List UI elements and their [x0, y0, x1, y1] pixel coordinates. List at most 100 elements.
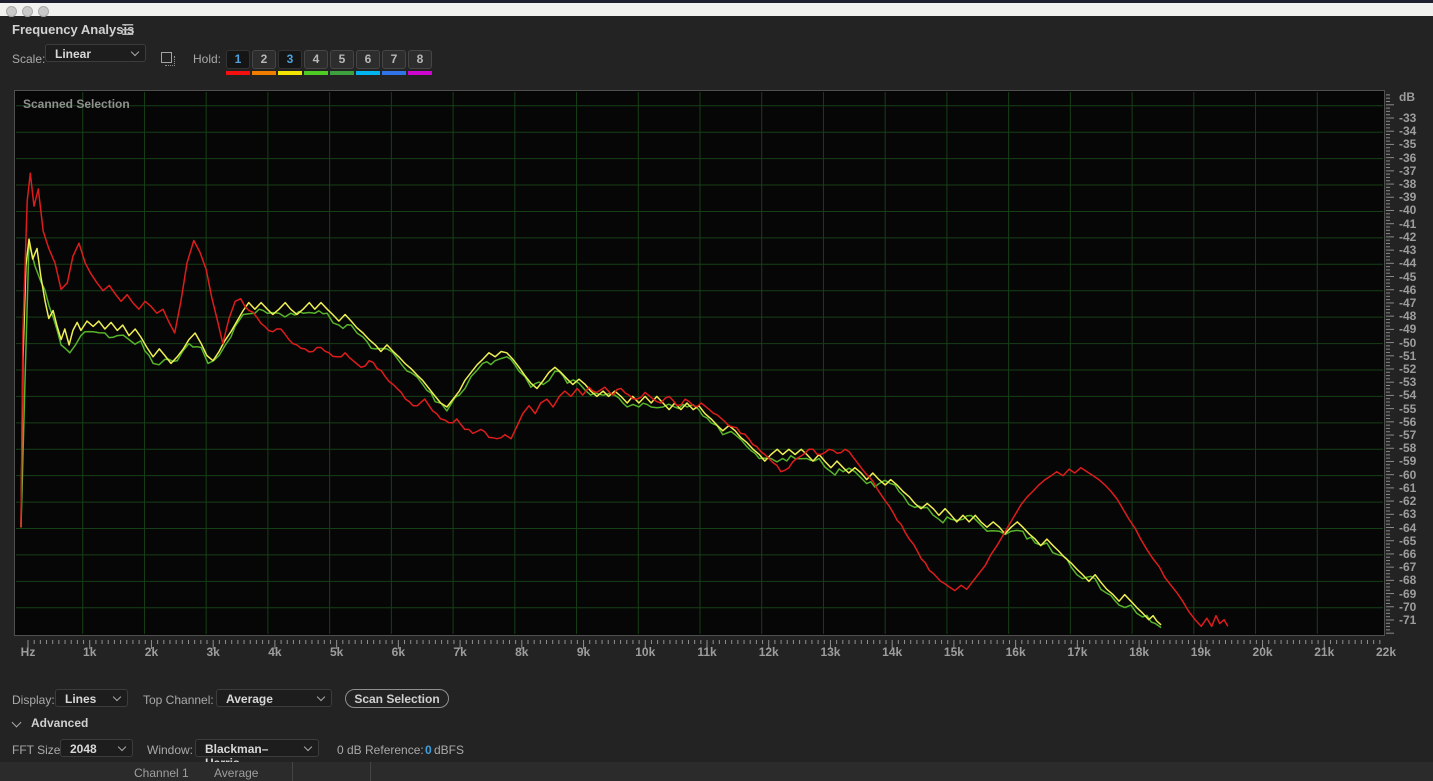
panel-header: Frequency Analysis ☰ — [0, 16, 1433, 44]
hold-button-2[interactable]: 2 — [252, 50, 276, 69]
hold-button-6[interactable]: 6 — [356, 50, 380, 69]
freq-tick-label-22k: 22k — [1375, 645, 1397, 659]
hold-button-3[interactable]: 3 — [278, 50, 302, 69]
freq-tick-label-5k: 5k — [329, 645, 344, 659]
hold-color-bar-5 — [330, 71, 354, 75]
db-tick-label--45: -45 — [1399, 269, 1417, 284]
hold-1: 1 — [226, 50, 250, 75]
db-tick-label--40: -40 — [1399, 203, 1417, 218]
db-tick-label--62: -62 — [1399, 494, 1417, 509]
series-current-trace-green — [20, 242, 1162, 629]
chevron-down-icon — [316, 692, 326, 702]
db-tick-label--64: -64 — [1399, 520, 1417, 535]
hold-7: 7 — [382, 50, 406, 75]
freq-tick-label-14k: 14k — [882, 645, 903, 659]
db-tick-label--37: -37 — [1399, 163, 1417, 178]
db-unit-label: dB — [1399, 90, 1415, 104]
display-dropdown[interactable]: Lines — [55, 689, 128, 707]
hold-4: 4 — [304, 50, 328, 75]
fft-size-value: 2048 — [70, 742, 97, 756]
hold-color-bar-4 — [304, 71, 328, 75]
freq-tick-label-19k: 19k — [1190, 645, 1211, 659]
db-tick-label--39: -39 — [1399, 190, 1417, 205]
freq-tick-label-12k: 12k — [758, 645, 779, 659]
freq-tick-label-21k: 21k — [1314, 645, 1335, 659]
meter-column-average: Average — [214, 766, 259, 780]
db-tick-label--71: -71 — [1399, 612, 1417, 627]
scale-label: Scale: — [12, 52, 46, 66]
spectrum-chart-svg — [16, 92, 1383, 634]
freq-tick-label-9k: 9k — [576, 645, 591, 659]
db-tick-label--56: -56 — [1399, 414, 1417, 429]
db-tick-label--51: -51 — [1399, 348, 1417, 363]
spectrum-chart-plot[interactable]: Scanned Selection — [14, 90, 1385, 636]
db-tick-label--33: -33 — [1399, 111, 1417, 125]
db-tick-label--43: -43 — [1399, 243, 1417, 258]
frequency-analysis-panel: Frequency Analysis ☰ Scale: Linear Hold:… — [0, 0, 1433, 781]
db-tick-label--42: -42 — [1399, 229, 1417, 244]
db-tick-label--65: -65 — [1399, 533, 1417, 548]
freq-tick-label-1k: 1k — [83, 645, 97, 659]
db-tick-label--38: -38 — [1399, 177, 1417, 192]
advanced-chevron-down-icon[interactable] — [11, 717, 22, 728]
freq-tick-label-18k: 18k — [1129, 645, 1150, 659]
series-hold-3-yellow — [20, 238, 1162, 626]
hold-3: 3 — [278, 50, 302, 75]
hold-color-bar-6 — [356, 71, 380, 75]
top-channel-value: Average — [226, 692, 273, 706]
db-tick-label--55: -55 — [1399, 401, 1417, 416]
freq-tick-label-4k: 4k — [268, 645, 282, 659]
db-tick-label--50: -50 — [1399, 335, 1417, 350]
display-label: Display: — [12, 693, 55, 707]
db-tick-label--63: -63 — [1399, 507, 1417, 522]
fft-size-dropdown[interactable]: 2048 — [60, 739, 133, 757]
freq-tick-label-20k: 20k — [1252, 645, 1273, 659]
advanced-toggle[interactable]: Advanced — [31, 716, 88, 730]
freq-tick-label-15k: 15k — [943, 645, 964, 659]
hold-2: 2 — [252, 50, 276, 75]
scanned-selection-label: Scanned Selection — [23, 97, 130, 111]
freq-tick-label-6k: 6k — [391, 645, 406, 659]
hold-color-bar-7 — [382, 71, 406, 75]
hold-color-bar-3 — [278, 71, 302, 75]
db-tick-label--41: -41 — [1399, 216, 1417, 231]
db-ruler: dB -33 -34 -35 -36 -37 -38 -39 -40 -41 -42 -43 -44-… — [1386, 90, 1433, 636]
hold-button-5[interactable]: 5 — [330, 50, 354, 69]
db-tick-label--52: -52 — [1399, 361, 1417, 376]
window-dropdown[interactable]: Blackman–Harris — [195, 739, 319, 770]
hold-button-4[interactable]: 4 — [304, 50, 328, 69]
scan-selection-box-icon[interactable] — [161, 52, 176, 67]
frequency-ruler: Hz 1k 2k 3k 4k 5k 6k 7k 8k 9k 10k 11k 12k 13k 14k 15k 16… — [14, 637, 1396, 661]
display-value: Lines — [65, 692, 97, 706]
freq-tick-label-7k: 7k — [453, 645, 467, 659]
hold-button-1[interactable]: 1 — [226, 50, 250, 69]
freq-tick-label-13k: 13k — [820, 645, 841, 659]
meter-column-channel-1: Channel 1 — [134, 766, 189, 780]
hold-5: 5 — [330, 50, 354, 75]
scan-selection-button[interactable]: Scan Selection — [345, 689, 449, 708]
hold-button-7[interactable]: 7 — [382, 50, 406, 69]
reference-label: 0 dB Reference: — [337, 743, 424, 757]
hold-6: 6 — [356, 50, 380, 75]
db-tick-label--46: -46 — [1399, 282, 1417, 297]
db-tick-label--57: -57 — [1399, 428, 1417, 443]
db-tick-label--58: -58 — [1399, 441, 1417, 456]
hamburger-menu-icon[interactable]: ☰ — [121, 21, 134, 39]
top-channel-dropdown[interactable]: Average — [216, 689, 332, 707]
db-tick-label--49: -49 — [1399, 322, 1417, 337]
hold-button-8[interactable]: 8 — [408, 50, 432, 69]
freq-tick-label-10k: 10k — [635, 645, 656, 659]
window-titlebar — [0, 0, 1433, 17]
hold-label: Hold: — [193, 52, 222, 66]
db-tick-label--66: -66 — [1399, 546, 1417, 561]
db-tick-label--68: -68 — [1399, 573, 1417, 588]
db-tick-label--35: -35 — [1399, 137, 1417, 152]
scale-dropdown[interactable]: Linear — [45, 44, 146, 62]
db-tick-label--60: -60 — [1399, 467, 1417, 482]
hold-color-bar-1 — [226, 71, 250, 75]
top-channel-label: Top Channel: — [143, 693, 214, 707]
freq-tick-label-11k: 11k — [697, 645, 717, 659]
db-tick-label--44: -44 — [1399, 256, 1417, 271]
freq-tick-label-17k: 17k — [1067, 645, 1088, 659]
db-tick-label--59: -59 — [1399, 454, 1417, 469]
